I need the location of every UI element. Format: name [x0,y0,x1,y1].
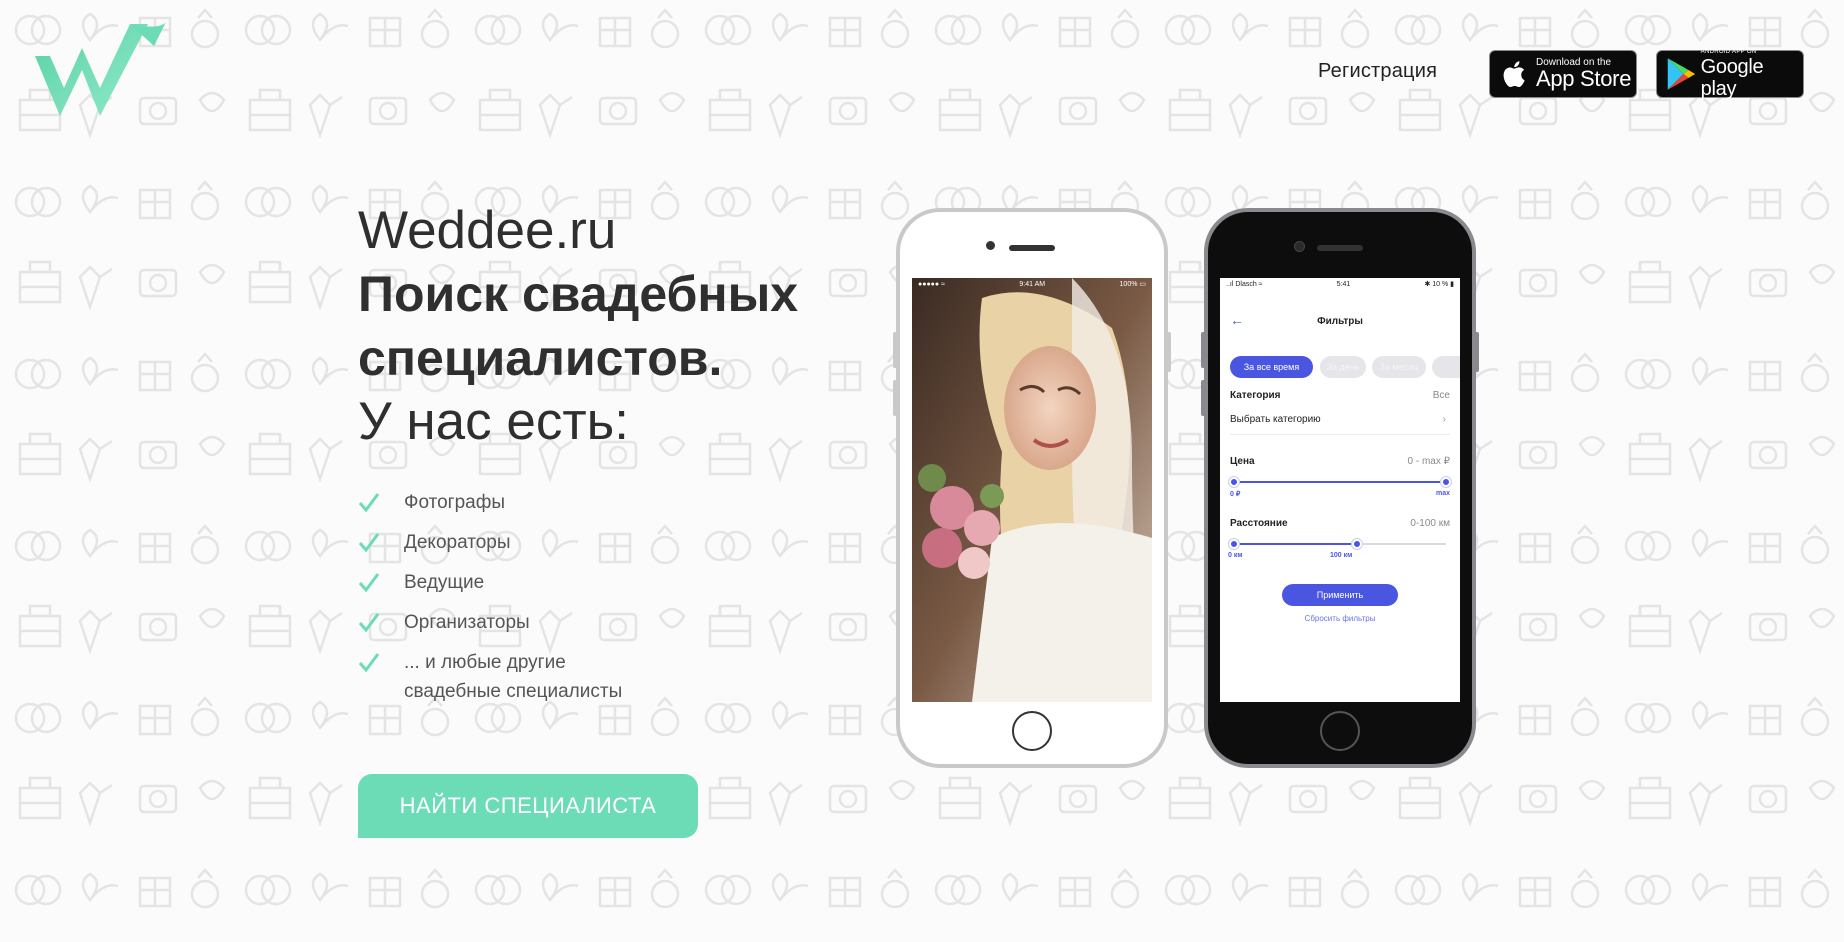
price-slider-fill [1234,481,1446,483]
feature-item: Декораторы [358,528,798,557]
chip-all-time[interactable]: За все время [1230,356,1313,378]
speaker [1009,245,1055,251]
feature-item: Организаторы [358,608,798,637]
price-slider[interactable] [1229,477,1451,487]
register-link[interactable]: Регистрация [1318,60,1437,83]
screen-title: Фильтры [1317,316,1363,327]
price-min-label: 0 ₽ [1230,491,1241,498]
distance-min-label: 0 км [1228,552,1243,559]
price-value: 0 - max ₽ [1407,456,1450,467]
feature-label-line2: свадебные специалисты [404,681,623,702]
filters-app: ..ıl Dlasch ≈ 5:41 ✱ 10 % ▮ ← Фильтры За… [1220,278,1460,702]
camera-icon [1294,241,1305,252]
distance-max-label: 100 км [1330,552,1353,559]
google-play-badge[interactable]: ANDROID APP ON Google play [1656,48,1804,100]
headline-line1: Поиск свадебных [358,266,799,322]
volume-button [1201,332,1205,368]
volume-button [1201,380,1205,416]
status-time: 9:41 AM [1019,280,1046,288]
status-bar: ..ıl Dlasch ≈ 5:41 ✱ 10 % ▮ [1220,278,1460,290]
price-min-knob[interactable] [1229,477,1239,487]
phone-mockup-black: ..ıl Dlasch ≈ 5:41 ✱ 10 % ▮ ← Фильтры За… [1201,208,1479,768]
volume-button [893,380,897,416]
top-navigation: Регистрация Download on the App Store AN… [0,48,1844,100]
apple-icon [1503,61,1525,88]
price-max-knob[interactable] [1441,477,1451,487]
chevron-right-icon: › [1442,414,1446,425]
chip-day[interactable]: За день [1320,356,1366,378]
apply-button[interactable]: Применить [1282,584,1398,606]
feature-label: Декораторы [404,532,511,553]
check-icon [358,653,380,673]
headline-line2: специалистов. [358,330,723,386]
check-icon [358,533,380,553]
check-icon [358,613,380,633]
status-bar: ●●●●● ≈ 9:41 AM 100% ▭ [912,278,1152,290]
status-carrier: ..ıl Dlasch ≈ [1226,280,1263,288]
chip-more[interactable] [1432,356,1460,378]
price-label: Цена [1230,456,1255,467]
camera-icon [986,241,995,250]
site-name: Weddee.ru [358,201,617,260]
phone-mockup-white: ●●●●● ≈ 9:41 AM 100% ▭ [893,208,1171,768]
distance-max-knob[interactable] [1351,539,1362,549]
feature-item: Ведущие [358,568,798,597]
feature-item: ... и любые другие свадебные специалисты [358,648,798,706]
hero-section: Weddee.ru Поиск свадебных специалистов. … [358,200,798,717]
status-battery: 100% ▭ [1119,281,1146,288]
status-carrier: ●●●●● ≈ [918,280,945,288]
google-play-icon [1667,58,1696,90]
status-battery: ✱ 10 % ▮ [1424,281,1454,288]
googleplay-big-text: Google play [1700,55,1764,100]
check-icon [358,573,380,593]
phone-screen-filters: ..ıl Dlasch ≈ 5:41 ✱ 10 % ▮ ← Фильтры За… [1220,278,1460,702]
feature-list: Фотографы Декораторы Ведущие Организатор… [358,488,798,706]
power-button [1167,332,1171,372]
price-max-label: max [1435,490,1450,497]
select-category-row[interactable]: Выбрать категорию › [1230,406,1450,435]
phone-screen-photo: ●●●●● ≈ 9:41 AM 100% ▭ [912,278,1152,702]
feature-label: Организаторы [404,612,530,633]
feature-item: Фотографы [358,488,798,517]
subheadline: У нас есть: [358,392,629,451]
category-label: Категория [1230,390,1281,401]
googleplay-small-text: ANDROID APP ON [1700,48,1757,55]
feature-label: Ведущие [404,572,485,593]
chip-month[interactable]: За месяц [1372,356,1426,378]
reset-filters-link[interactable]: Сбросить фильтры [1220,614,1460,623]
select-category-label: Выбрать категорию [1230,414,1321,425]
distance-value: 0-100 км [1410,518,1450,529]
volume-button [893,332,897,368]
distance-slider[interactable] [1229,539,1446,549]
check-icon [358,493,380,513]
distance-min-knob[interactable] [1229,539,1239,549]
distance-slider-fill [1234,543,1357,545]
category-value: Все [1432,390,1450,401]
distance-label: Расстояние [1230,518,1288,529]
home-button [1320,711,1360,751]
status-time: 5:41 [1336,280,1351,288]
feature-label: ... и любые другие [404,652,566,673]
find-specialist-button[interactable]: НАЙТИ СПЕЦИАЛИСТА [358,774,698,838]
power-button [1475,332,1479,372]
appstore-big-text: App Store [1536,66,1632,91]
feature-label: Фотографы [404,492,506,513]
app-store-badge[interactable]: Download on the App Store [1489,50,1637,98]
home-button [1012,711,1052,751]
bride-photo [912,278,1152,702]
speaker [1317,245,1363,251]
